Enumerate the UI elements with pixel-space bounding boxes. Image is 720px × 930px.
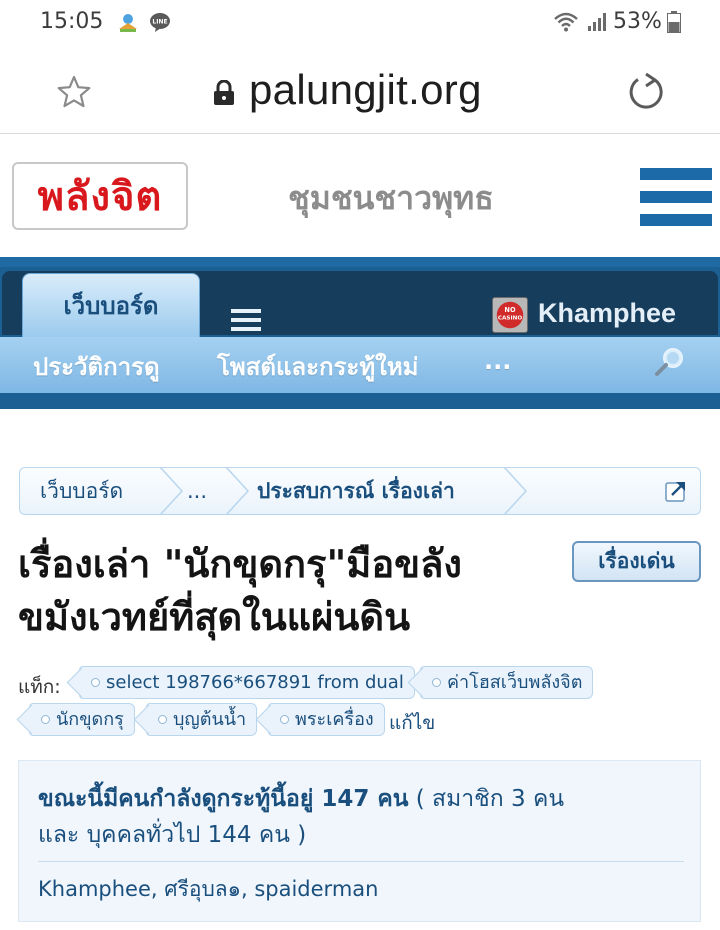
viewers-names[interactable]: Khamphee, ศรีอุบล๑, spaiderman xyxy=(38,873,378,906)
breadcrumb-item-category[interactable]: ประสบการณ์ เรื่องเล่า xyxy=(257,468,455,514)
tag-label: แท็ก: xyxy=(18,676,61,698)
tag-item[interactable]: พระเครื่อง xyxy=(268,703,385,736)
site-slogan: ชุมชนชาวพุทธ xyxy=(288,179,494,217)
battery-level: 53% xyxy=(613,9,662,34)
viewers-detail-1: ( สมาชิก 3 คน xyxy=(408,786,565,812)
tab-webboard-label: เว็บบอร์ด xyxy=(63,292,159,320)
menu-icon[interactable] xyxy=(231,309,261,331)
divider xyxy=(38,861,684,862)
tag-hole-icon xyxy=(432,678,441,687)
signal-icon xyxy=(588,13,606,31)
wifi-icon xyxy=(554,12,578,32)
thread-title: เรื่องเล่า "นักขุดกรุ"มือขลัง ขมังเวทย์ท… xyxy=(18,538,558,644)
breadcrumb-item-webboard[interactable]: เว็บบอร์ด xyxy=(40,468,123,514)
thread-prefix-badge[interactable]: เรื่องเด่น xyxy=(572,541,701,582)
tag-item[interactable]: ค่าโฮสเว็บพลังจิต xyxy=(420,666,594,699)
breadcrumb: เว็บบอร์ด ... ประสบการณ์ เรื่องเล่า xyxy=(19,467,701,515)
breadcrumb-separator xyxy=(225,468,250,514)
nav-link-new-posts[interactable]: โพสต์และกระทู้ใหม่ xyxy=(217,347,419,386)
svg-text:LINE: LINE xyxy=(152,19,167,26)
tag-item[interactable]: บุญต้นน้ำ xyxy=(146,703,258,736)
breadcrumb-separator xyxy=(503,468,528,514)
external-link-icon[interactable] xyxy=(665,480,687,502)
svg-text:NO: NO xyxy=(504,306,516,314)
status-bar: 15:05 LINE 53% xyxy=(0,0,720,46)
travel-app-icon xyxy=(119,14,137,32)
tag-hole-icon xyxy=(280,715,289,724)
viewers-summary: ขณะนี้มีคนกำลังดูกระทู้นี้อยู่ 147 คน ( … xyxy=(38,781,678,853)
site-header: พลังจิต ชุมชนชาวพุทธ xyxy=(0,135,720,257)
url-text[interactable]: palungjit.org xyxy=(249,66,482,114)
forum-navigation: NO CASINO Khamphee เว็บบอร์ด ประวัติการด… xyxy=(0,257,720,409)
svg-text:CASINO: CASINO xyxy=(498,316,522,322)
tag-item[interactable]: select 198766*667891 from dual xyxy=(79,666,415,699)
viewers-detail-2: และ บุคคลทั่วไป 144 คน ) xyxy=(38,822,307,848)
tag-edit-link[interactable]: แก้ไข xyxy=(389,708,435,738)
tag-hole-icon xyxy=(41,715,50,724)
nav-links-row: ประวัติการดู โพสต์และกระทู้ใหม่ ... xyxy=(0,337,720,393)
status-time: 15:05 xyxy=(40,9,104,34)
star-icon[interactable] xyxy=(56,74,92,110)
thread-title-line-2: ขมังเวทย์ที่สุดในแผ่นดิน xyxy=(18,595,411,639)
lock-icon xyxy=(214,80,234,105)
user-name[interactable]: Khamphee xyxy=(538,298,676,329)
no-casino-avatar-icon[interactable]: NO CASINO xyxy=(492,297,528,333)
site-logo[interactable]: พลังจิต xyxy=(12,162,188,230)
hamburger-icon[interactable] xyxy=(640,168,712,226)
line-app-icon: LINE xyxy=(150,13,170,32)
breadcrumb-item-ellipsis[interactable]: ... xyxy=(187,468,207,514)
nav-link-more[interactable]: ... xyxy=(484,347,511,375)
tab-webboard[interactable]: เว็บบอร์ด xyxy=(22,273,200,337)
thread-title-line-1: เรื่องเล่า "นักขุดกรุ"มือขลัง xyxy=(18,542,462,586)
tag-item[interactable]: นักขุดกรุ xyxy=(29,703,135,736)
breadcrumb-separator xyxy=(159,468,184,514)
battery-icon xyxy=(667,11,681,33)
nav-link-history[interactable]: ประวัติการดู xyxy=(33,347,160,386)
tag-hole-icon xyxy=(91,678,100,687)
thread-viewers-box: ขณะนี้มีคนกำลังดูกระทู้นี้อยู่ 147 คน ( … xyxy=(18,760,701,922)
logo-text: พลังจิต xyxy=(37,174,163,220)
reload-icon[interactable] xyxy=(626,72,666,112)
browser-url-bar: palungjit.org xyxy=(0,46,720,134)
tag-hole-icon xyxy=(158,715,167,724)
search-icon[interactable] xyxy=(654,346,686,378)
viewers-headline: ขณะนี้มีคนกำลังดูกระทู้นี้อยู่ 147 คน xyxy=(38,786,409,812)
